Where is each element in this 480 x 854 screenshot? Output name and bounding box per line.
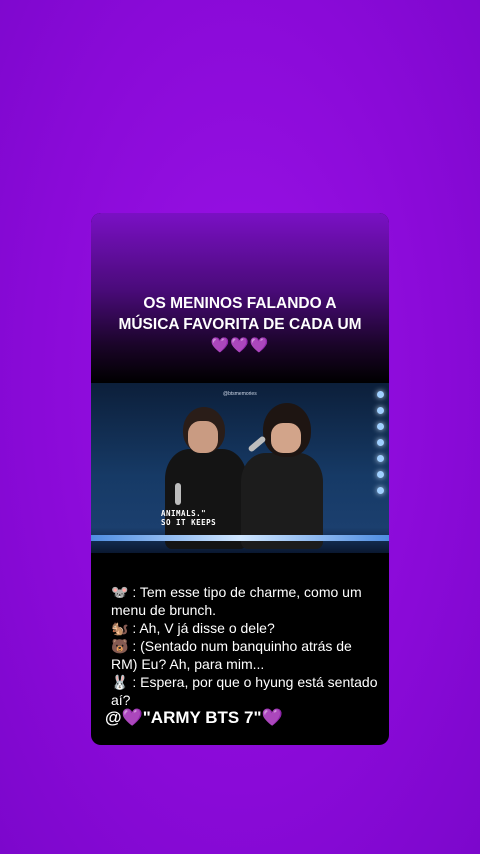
- video-lyrics: ANIMALS." SO IT KEEPS: [161, 509, 216, 527]
- headline: OS MENINOS FALANDO A MÚSICA FAVORITA DE …: [91, 293, 389, 356]
- stage-floor: [91, 535, 389, 541]
- squirrel-emoji-icon: 🐿️: [111, 620, 129, 636]
- headline-line-2: MÚSICA FAVORITA DE CADA UM: [118, 316, 362, 333]
- account-tag: @💜"ARMY BTS 7"💜: [105, 708, 283, 727]
- dialogue-line: 🐭 : Tem esse tipo de charme, como um men…: [111, 584, 362, 618]
- rabbit-emoji-icon: 🐰: [111, 674, 129, 690]
- lyric-line-1: ANIMALS.": [161, 509, 207, 518]
- video-frame[interactable]: @btsmemories ANIMALS." SO IT KEEPS: [91, 383, 389, 553]
- stage-lights: [373, 391, 387, 503]
- headline-line-1: OS MENINOS FALANDO A: [143, 295, 337, 312]
- mouse-emoji-icon: 🐭: [111, 584, 129, 600]
- bear-emoji-icon: 🐻: [111, 638, 129, 654]
- dialogue-line: 🐻 : (Sentado num banquinho atrás de RM) …: [111, 638, 352, 672]
- video-watermark: @btsmemories: [223, 391, 257, 397]
- purple-hearts: 💜💜💜: [210, 337, 270, 354]
- post-card: OS MENINOS FALANDO A MÚSICA FAVORITA DE …: [91, 213, 389, 745]
- dialogue-line: 🐿️ : Ah, V já disse o dele?: [111, 620, 275, 636]
- dialogue-text: 🐭 : Tem esse tipo de charme, como um men…: [111, 583, 381, 709]
- lyric-line-2: SO IT KEEPS: [161, 518, 217, 527]
- dialogue-line: 🐰 : Espera, por que o hyung está sentado…: [111, 674, 378, 708]
